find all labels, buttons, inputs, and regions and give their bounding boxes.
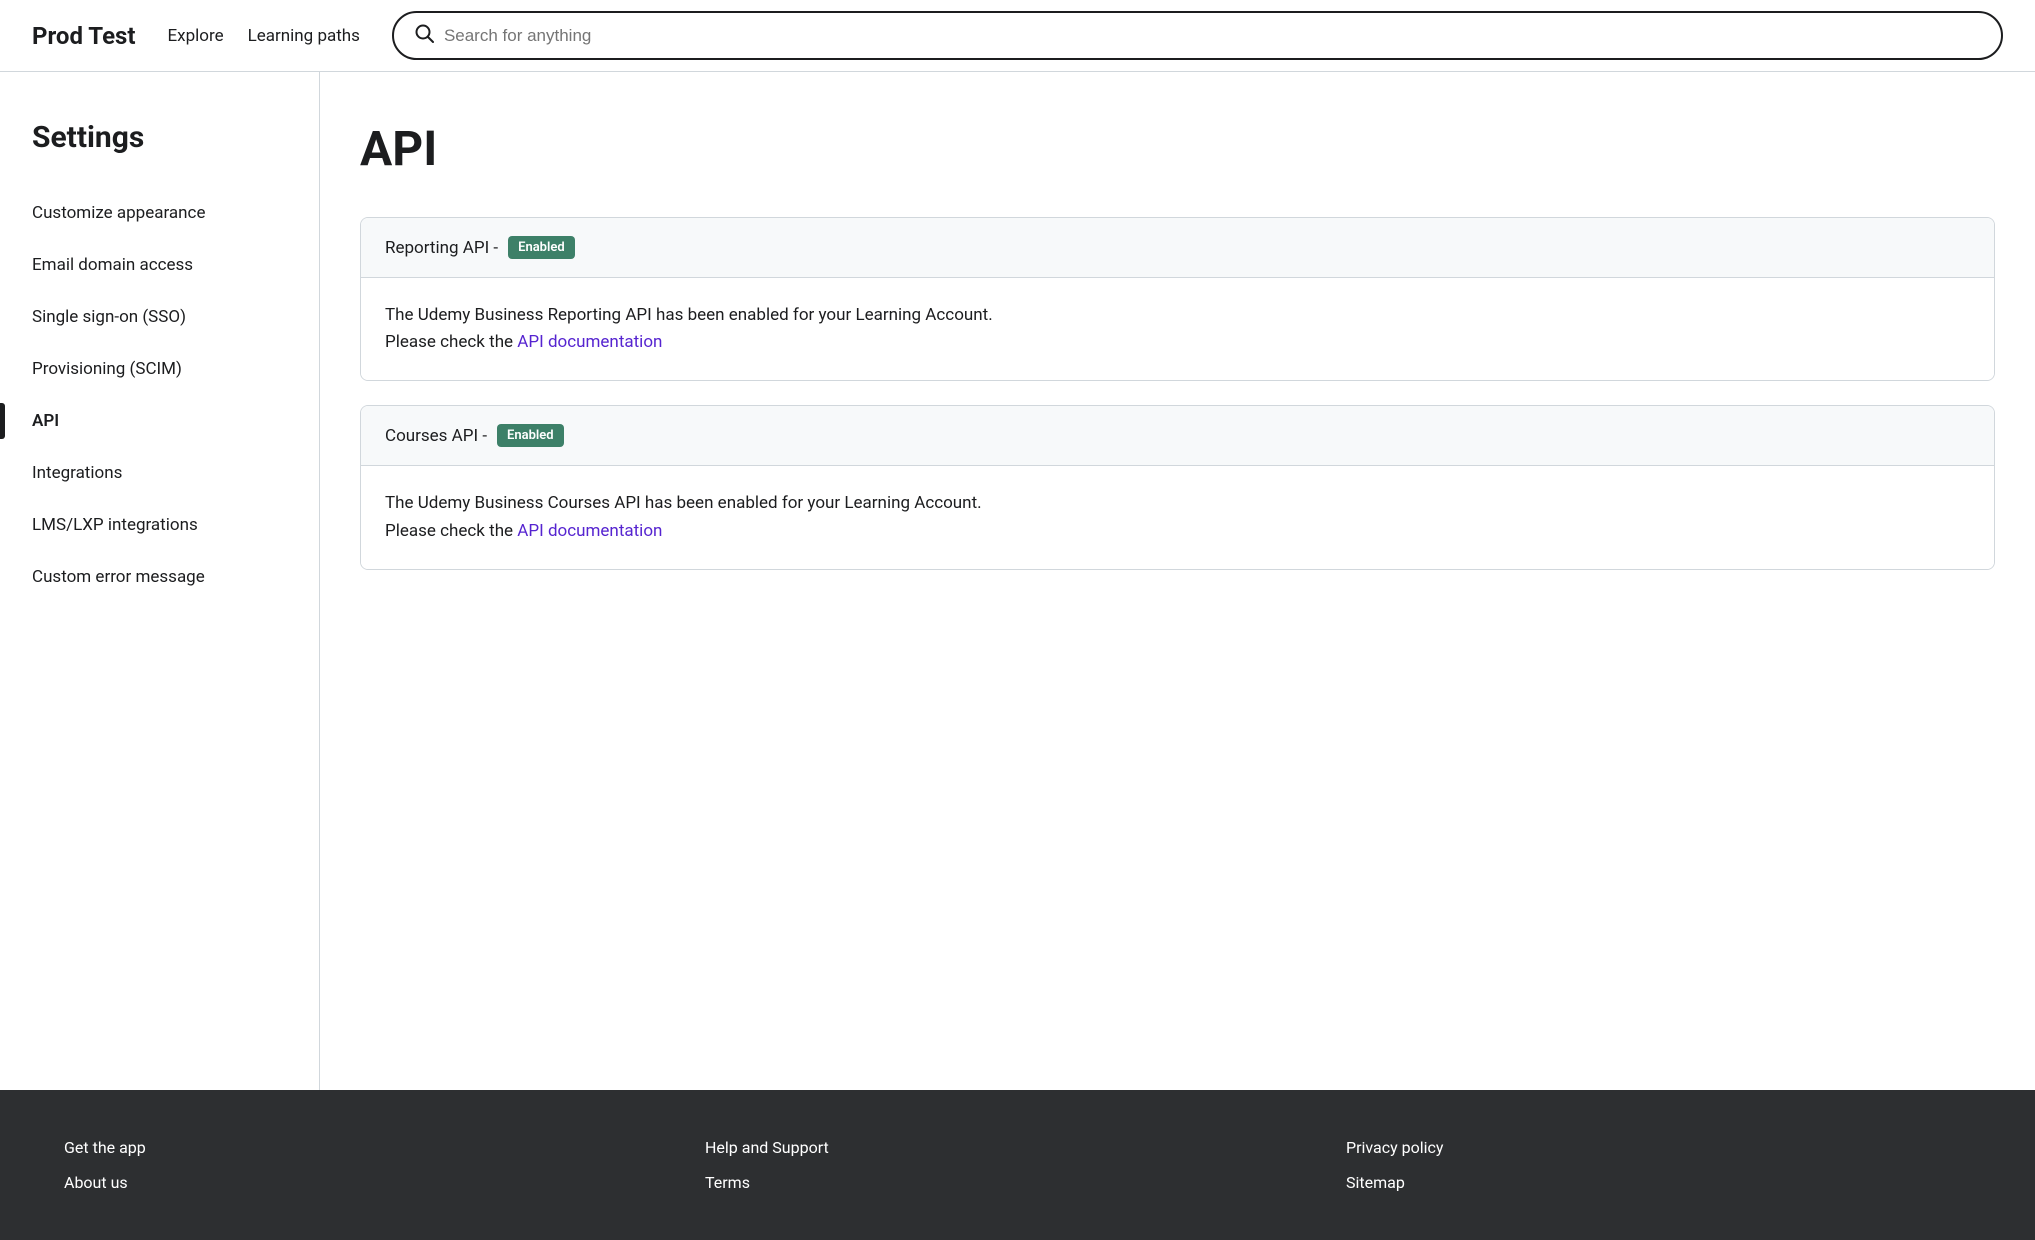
reporting-api-body-line2: Please check the API documentation [385,329,1970,356]
main-content: API Reporting API - Enabled The Udemy Bu… [320,72,2035,1090]
header: Prod Test Explore Learning paths [0,0,2035,72]
footer-link-terms[interactable]: Terms [705,1173,1330,1192]
reporting-api-body-line1: The Udemy Business Reporting API has bee… [385,302,1970,329]
sidebar-item-custom-error[interactable]: Custom error message [32,551,287,603]
reporting-api-header: Reporting API - Enabled [361,218,1994,278]
footer-link-privacy[interactable]: Privacy policy [1346,1138,1971,1157]
sidebar-title: Settings [32,120,287,155]
sidebar-item-lms[interactable]: LMS/LXP integrations [32,499,287,551]
reporting-api-status: Enabled [508,236,575,259]
footer-link-get-app[interactable]: Get the app [64,1138,689,1157]
courses-api-doc-link[interactable]: API documentation [517,521,662,541]
sidebar: Settings Customize appearance Email doma… [0,72,320,1090]
courses-api-body: The Udemy Business Courses API has been … [361,466,1994,568]
reporting-api-doc-link[interactable]: API documentation [517,332,662,352]
footer-link-about[interactable]: About us [64,1173,689,1192]
sidebar-nav: Customize appearance Email domain access… [32,187,287,603]
footer-col-1: Get the app About us [64,1138,689,1192]
courses-api-header: Courses API - Enabled [361,406,1994,466]
courses-api-prefix: Please check the [385,521,517,541]
footer-col-2: Help and Support Terms [705,1138,1330,1192]
reporting-api-label: Reporting API - [385,238,498,258]
footer-link-help[interactable]: Help and Support [705,1138,1330,1157]
courses-api-card: Courses API - Enabled The Udemy Business… [360,405,1995,569]
site-logo[interactable]: Prod Test [32,22,136,50]
sidebar-item-customize-appearance[interactable]: Customize appearance [32,187,287,239]
courses-api-body-line1: The Udemy Business Courses API has been … [385,490,1970,517]
reporting-api-card: Reporting API - Enabled The Udemy Busine… [360,217,1995,381]
footer-link-sitemap[interactable]: Sitemap [1346,1173,1971,1192]
sidebar-item-sso[interactable]: Single sign-on (SSO) [32,291,287,343]
courses-api-status: Enabled [497,424,564,447]
main-nav: Explore Learning paths [168,26,360,46]
search-bar[interactable] [392,11,2003,60]
reporting-api-prefix: Please check the [385,332,517,352]
page-title: API [360,120,1995,177]
reporting-api-body: The Udemy Business Reporting API has bee… [361,278,1994,380]
sidebar-item-provisioning[interactable]: Provisioning (SCIM) [32,343,287,395]
sidebar-item-api[interactable]: API [32,395,287,447]
nav-learning-paths[interactable]: Learning paths [248,26,360,46]
courses-api-label: Courses API - [385,426,487,446]
search-icon [414,23,434,48]
search-input[interactable] [444,26,1981,46]
courses-api-body-line2: Please check the API documentation [385,518,1970,545]
footer: Get the app About us Help and Support Te… [0,1090,2035,1240]
footer-col-3: Privacy policy Sitemap [1346,1138,1971,1192]
sidebar-item-integrations[interactable]: Integrations [32,447,287,499]
sidebar-item-email-domain[interactable]: Email domain access [32,239,287,291]
nav-explore[interactable]: Explore [168,26,224,46]
page-body: Settings Customize appearance Email doma… [0,72,2035,1090]
